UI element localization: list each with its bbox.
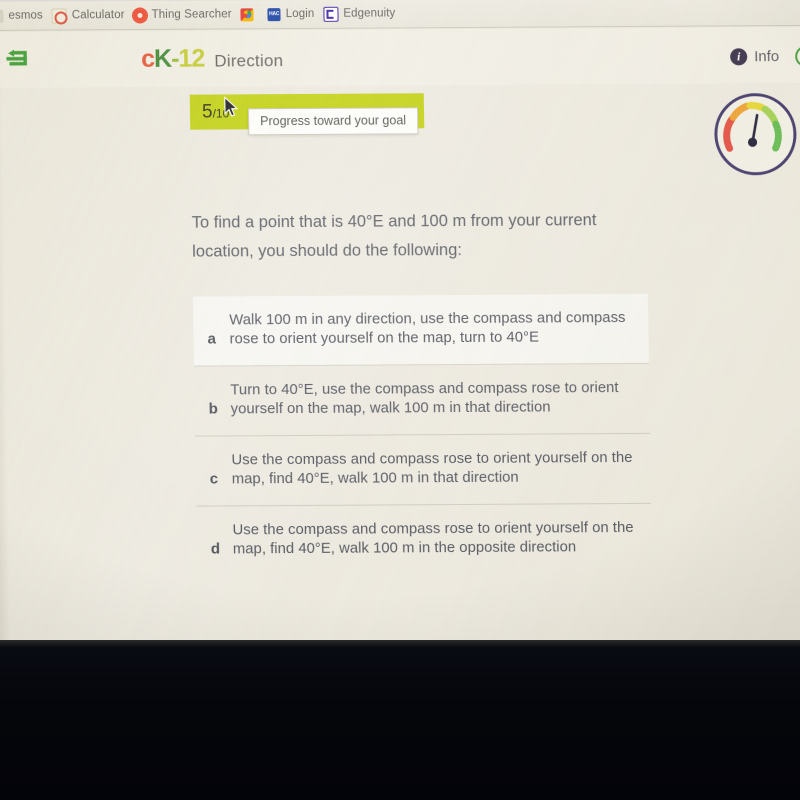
answer-options: a Walk 100 m in any direction, use the c… xyxy=(192,293,652,575)
stop-icon xyxy=(795,45,800,67)
logo-k: K xyxy=(153,44,172,73)
answer-option-b[interactable]: b Turn to 40°E, use the compass and comp… xyxy=(194,363,651,437)
bookmarks-bar: esmos Calculator Thing Searcher Login xyxy=(0,0,800,31)
back-arrow-icon[interactable] xyxy=(5,48,31,70)
answer-text: Use the compass and compass rose to orie… xyxy=(232,519,634,557)
assignment-content: 5/10 Progress toward your goal To find a… xyxy=(0,82,800,686)
progress-current: 5 xyxy=(201,101,213,123)
bookmark-label: Edgenuity xyxy=(343,7,396,20)
logo-12: 12 xyxy=(178,44,205,73)
app-header: cK-12 Direction i Info S xyxy=(0,26,800,89)
page-title: Direction xyxy=(214,51,284,71)
bookmark-desmos[interactable]: esmos xyxy=(0,9,43,23)
brand[interactable]: cK-12 Direction xyxy=(141,44,283,74)
logo-c: c xyxy=(140,44,155,73)
answer-option-c[interactable]: c Use the compass and compass rose to or… xyxy=(195,433,652,507)
answer-option-d[interactable]: d Use the compass and compass rose to or… xyxy=(196,503,652,575)
info-button[interactable]: i Info xyxy=(730,48,780,66)
bookmark-label: Login xyxy=(285,7,315,21)
answer-text: Walk 100 m in any direction, use the com… xyxy=(229,310,626,348)
monitor-photo: k12.org/lms-integration-service/prod/gca… xyxy=(0,0,800,800)
answer-letter: c xyxy=(209,470,219,488)
answer-option-a[interactable]: a Walk 100 m in any direction, use the c… xyxy=(192,293,650,367)
gear-icon xyxy=(133,8,147,22)
progress-tooltip: Progress toward your goal xyxy=(247,107,419,136)
desmos-icon xyxy=(0,9,4,23)
ck12-logo: cK-12 xyxy=(141,45,205,74)
bookmark-edgenuity[interactable]: Edgenuity xyxy=(323,6,396,22)
google-icon xyxy=(240,7,254,21)
screen-surface: k12.org/lms-integration-service/prod/gca… xyxy=(0,0,800,686)
answer-letter: b xyxy=(208,400,218,418)
bookmark-calculator[interactable]: Calculator xyxy=(51,7,125,24)
hac-icon xyxy=(267,7,281,21)
header-actions: i Info S xyxy=(730,45,800,68)
question-text: To find a point that is 40°E and 100 m f… xyxy=(191,211,597,261)
bookmark-label: Thing Searcher xyxy=(151,8,232,21)
bookmark-label: esmos xyxy=(8,9,43,22)
skill-level-widget: SKILL LE Deve xyxy=(714,92,800,176)
stop-button[interactable]: S xyxy=(795,45,800,67)
answer-text: Turn to 40°E, use the compass and compas… xyxy=(230,379,619,418)
answer-text: Use the compass and compass rose to orie… xyxy=(231,449,633,488)
answer-letter: a xyxy=(207,330,217,348)
edgenuity-icon xyxy=(323,6,339,22)
bookmark-login[interactable]: Login xyxy=(267,7,315,21)
bookmark-google[interactable] xyxy=(240,7,259,21)
bookmark-label: Calculator xyxy=(71,9,125,22)
info-label: Info xyxy=(754,48,780,66)
gauge-icon xyxy=(714,92,798,176)
info-icon: i xyxy=(730,48,748,66)
mouse-cursor xyxy=(224,96,240,123)
calculator-icon xyxy=(51,7,67,24)
bookmark-thing-searcher[interactable]: Thing Searcher xyxy=(133,8,232,22)
answer-letter: d xyxy=(210,540,221,558)
